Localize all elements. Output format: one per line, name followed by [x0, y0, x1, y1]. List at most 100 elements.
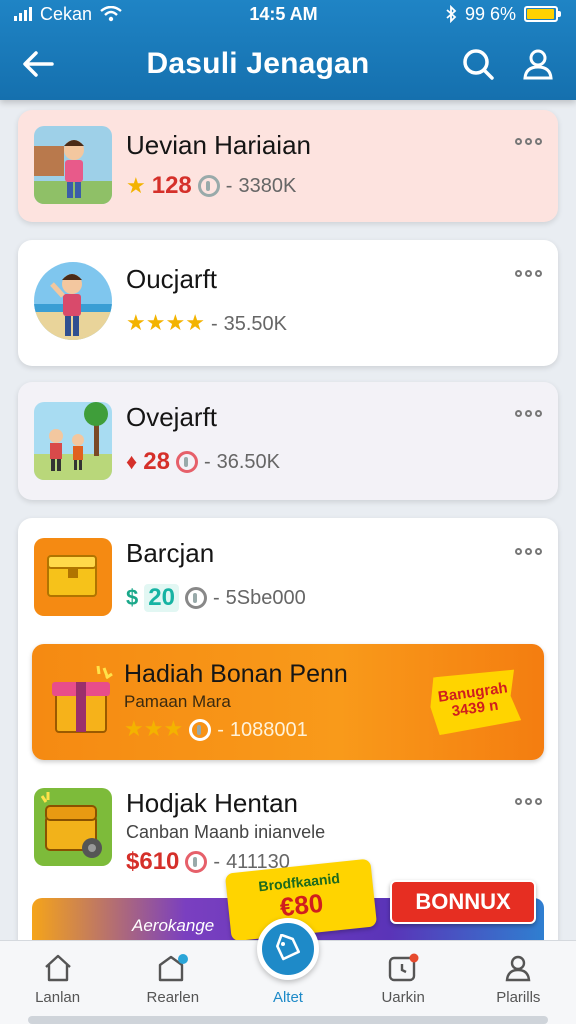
gift-box-icon	[52, 665, 113, 733]
battery-icon	[524, 6, 561, 22]
item-price: 128	[151, 172, 192, 199]
item-title: Ovejarft	[126, 402, 218, 432]
item-price: 20	[144, 584, 179, 612]
meta-separator: -	[217, 718, 224, 741]
item-title: Barcjan	[126, 538, 215, 568]
bonus-button[interactable]: BONNUX	[390, 880, 536, 924]
promo-left-label: Aerokange	[132, 916, 215, 935]
more-options-button[interactable]	[515, 548, 542, 555]
item-thumbnail	[34, 402, 112, 480]
star-icon: ★	[165, 310, 186, 335]
star-icon: ★	[163, 716, 184, 741]
coin-icon	[185, 851, 208, 873]
nav-item-uarkin[interactable]: Uarkin	[353, 953, 453, 1006]
treasure-box-icon	[34, 538, 112, 616]
battery-level	[527, 9, 554, 19]
item-meta: $ 20 - 5Sbe000	[126, 584, 306, 612]
item-thumbnail	[34, 788, 112, 866]
star-icon: ★	[145, 310, 166, 335]
nav-item-lanlan[interactable]: Lanlan	[8, 953, 108, 1006]
dollar-icon: $	[126, 585, 139, 610]
search-button[interactable]	[458, 44, 498, 84]
list-item[interactable]: Barcjan $ 20 - 5Sbe000	[18, 518, 558, 638]
kids-park-image-icon	[34, 402, 112, 480]
star-rating: ★★★	[124, 718, 183, 742]
nav-label: Lanlan	[35, 989, 81, 1006]
meta-separator: -	[203, 450, 211, 473]
boy-beach-image-icon	[34, 262, 112, 340]
bluetooth-icon	[446, 5, 457, 23]
center-action-button[interactable]	[257, 918, 319, 980]
boy-image-icon	[34, 126, 112, 204]
item-title: Uevian Hariaian	[126, 130, 311, 160]
battery-percent: 99 6%	[464, 3, 516, 24]
wifi-icon	[100, 6, 122, 22]
store-icon	[158, 954, 188, 982]
star-icon: ★	[126, 173, 146, 198]
nav-label: Altet	[272, 989, 303, 1006]
item-title: Oucjarft	[126, 264, 218, 294]
signal-icon	[14, 7, 32, 21]
featured-item[interactable]: Hadiah Bonan Penn Pamaan Mara ★★★ - 1088…	[32, 644, 544, 760]
app-header: Dasuli Jenagan	[0, 28, 576, 100]
star-icon: ★	[185, 310, 205, 335]
more-options-button[interactable]	[515, 410, 542, 417]
more-options-button[interactable]	[515, 270, 542, 277]
top-bar: Cekan 14:5 AM 99 6% Dasuli Jenagan	[0, 0, 576, 100]
featured-subtitle: Pamaan Mara	[124, 692, 231, 711]
item-count: 1088001	[229, 718, 308, 741]
item-meta: ♦ 28 - 36.50K	[126, 448, 280, 476]
more-options-button[interactable]	[515, 138, 542, 145]
item-count: 36.50K	[216, 450, 280, 473]
list-item[interactable]: Uevian Hariaian ★ 128 - 3380K	[18, 110, 558, 222]
nav-item-rearlen[interactable]: Rearlen	[123, 953, 223, 1006]
item-count: 3380K	[238, 174, 297, 197]
user-icon	[523, 49, 553, 80]
clock-icon	[388, 953, 419, 982]
item-thumbnail	[34, 126, 112, 204]
bonus-label: BONNUX	[415, 889, 511, 914]
clock: 14:5 AM	[249, 3, 318, 24]
featured-title: Hadiah Bonan Penn	[124, 660, 348, 688]
star-rating: ★★★★	[126, 312, 205, 336]
search-icon	[463, 49, 494, 80]
more-options-button[interactable]	[515, 798, 542, 805]
offer-badge-text: Banugrah 3439 n	[437, 679, 509, 721]
carrier-label: Cekan	[40, 3, 93, 24]
meta-separator: -	[213, 850, 221, 873]
nav-label: Rearlen	[146, 989, 200, 1006]
coin-icon	[175, 451, 198, 473]
item-count: 35.50K	[223, 312, 287, 335]
nav-label: Uarkin	[381, 989, 425, 1006]
nav-label: Plarills	[496, 989, 541, 1006]
tag-icon	[276, 934, 300, 961]
star-icon: ★	[126, 310, 146, 335]
list-item[interactable]: Ovejarft ♦ 28 - 36.50K	[18, 382, 558, 500]
back-button[interactable]	[18, 44, 58, 84]
meta-separator: -	[225, 174, 233, 197]
item-meta: ★★★ - 1088001	[124, 718, 308, 742]
item-price: $610	[126, 848, 180, 875]
treasure-chest-icon	[34, 788, 112, 866]
home-icon	[44, 954, 71, 982]
coin-icon	[189, 719, 212, 741]
item-title: Hodjak Hentan	[126, 788, 298, 818]
item-subtitle: Canban Maanb inianvele	[126, 822, 326, 842]
profile-button[interactable]	[518, 44, 558, 84]
item-count: 5Sbe000	[225, 586, 306, 609]
home-indicator	[28, 1016, 548, 1024]
coin-icon	[184, 587, 207, 609]
item-thumbnail	[34, 262, 112, 340]
nav-item-plarills[interactable]: Plarills	[468, 953, 568, 1006]
coin-icon	[197, 175, 220, 197]
meta-separator: -	[210, 312, 218, 335]
meta-separator: -	[212, 586, 220, 609]
item-price: 28	[143, 448, 170, 475]
item-thumbnail	[34, 538, 112, 616]
back-arrow-icon	[23, 51, 54, 77]
star-icon: ★	[143, 716, 164, 741]
item-meta: ★ 128 - 3380K	[126, 172, 296, 200]
profile-icon	[506, 955, 531, 982]
flame-icon: ♦	[126, 449, 138, 474]
list-item[interactable]: Oucjarft ★★★★ - 35.50K	[18, 240, 558, 366]
